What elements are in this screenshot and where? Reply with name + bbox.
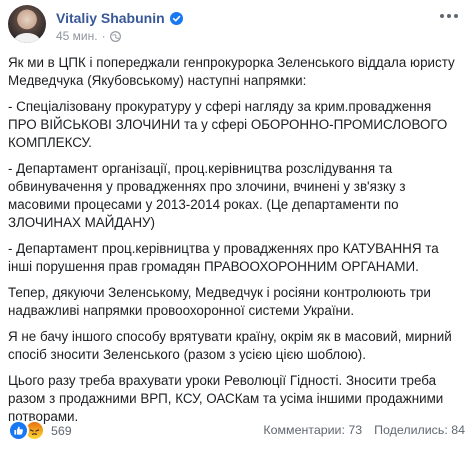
post-footer: 569 Комментарии: 73 Поделились: 84 (8, 418, 465, 442)
comments-count[interactable]: Комментарии: 73 (263, 423, 362, 437)
shares-count[interactable]: Поделились: 84 (374, 423, 465, 437)
globe-icon[interactable] (109, 30, 121, 42)
post-stats: Комментарии: 73 Поделились: 84 (263, 423, 465, 437)
reaction-count[interactable]: 569 (51, 424, 72, 438)
post-paragraph: Як ми в ЦПК і попереджали генпрокурорка … (8, 55, 455, 88)
post-paragraph: - Департамент проц.керівництва у провадж… (8, 241, 439, 274)
author-line: Vitaliy Shabunin (56, 10, 183, 26)
post-paragraph: Я не бачу іншого способу врятувати країн… (8, 329, 452, 362)
like-reaction-icon (8, 420, 29, 441)
post-meta: 45 мин. · (56, 29, 121, 43)
author-name[interactable]: Vitaliy Shabunin (56, 10, 165, 26)
author-avatar[interactable] (8, 5, 46, 43)
post-header: Vitaliy Shabunin 45 мин. · (8, 4, 465, 44)
verified-badge-icon (169, 11, 183, 25)
post-body: Як ми в ЦПК і попереджали генпрокурорка … (8, 54, 463, 434)
post-time[interactable]: 45 мин. (56, 29, 98, 43)
post-paragraph: - Департамент організації, проц.керівниц… (8, 161, 406, 230)
meta-separator: · (101, 29, 106, 43)
more-options-icon[interactable] (437, 10, 461, 22)
post-paragraph: Тепер, дякуючи Зеленському, Медведчук і … (8, 285, 431, 318)
post-paragraph: - Спеціалізовану прокуратуру у сфері наг… (8, 99, 448, 150)
reactions-summary[interactable]: 569 (8, 420, 72, 441)
facebook-post: Vitaliy Shabunin 45 мин. · Як ми в ЦПК і… (0, 0, 473, 455)
